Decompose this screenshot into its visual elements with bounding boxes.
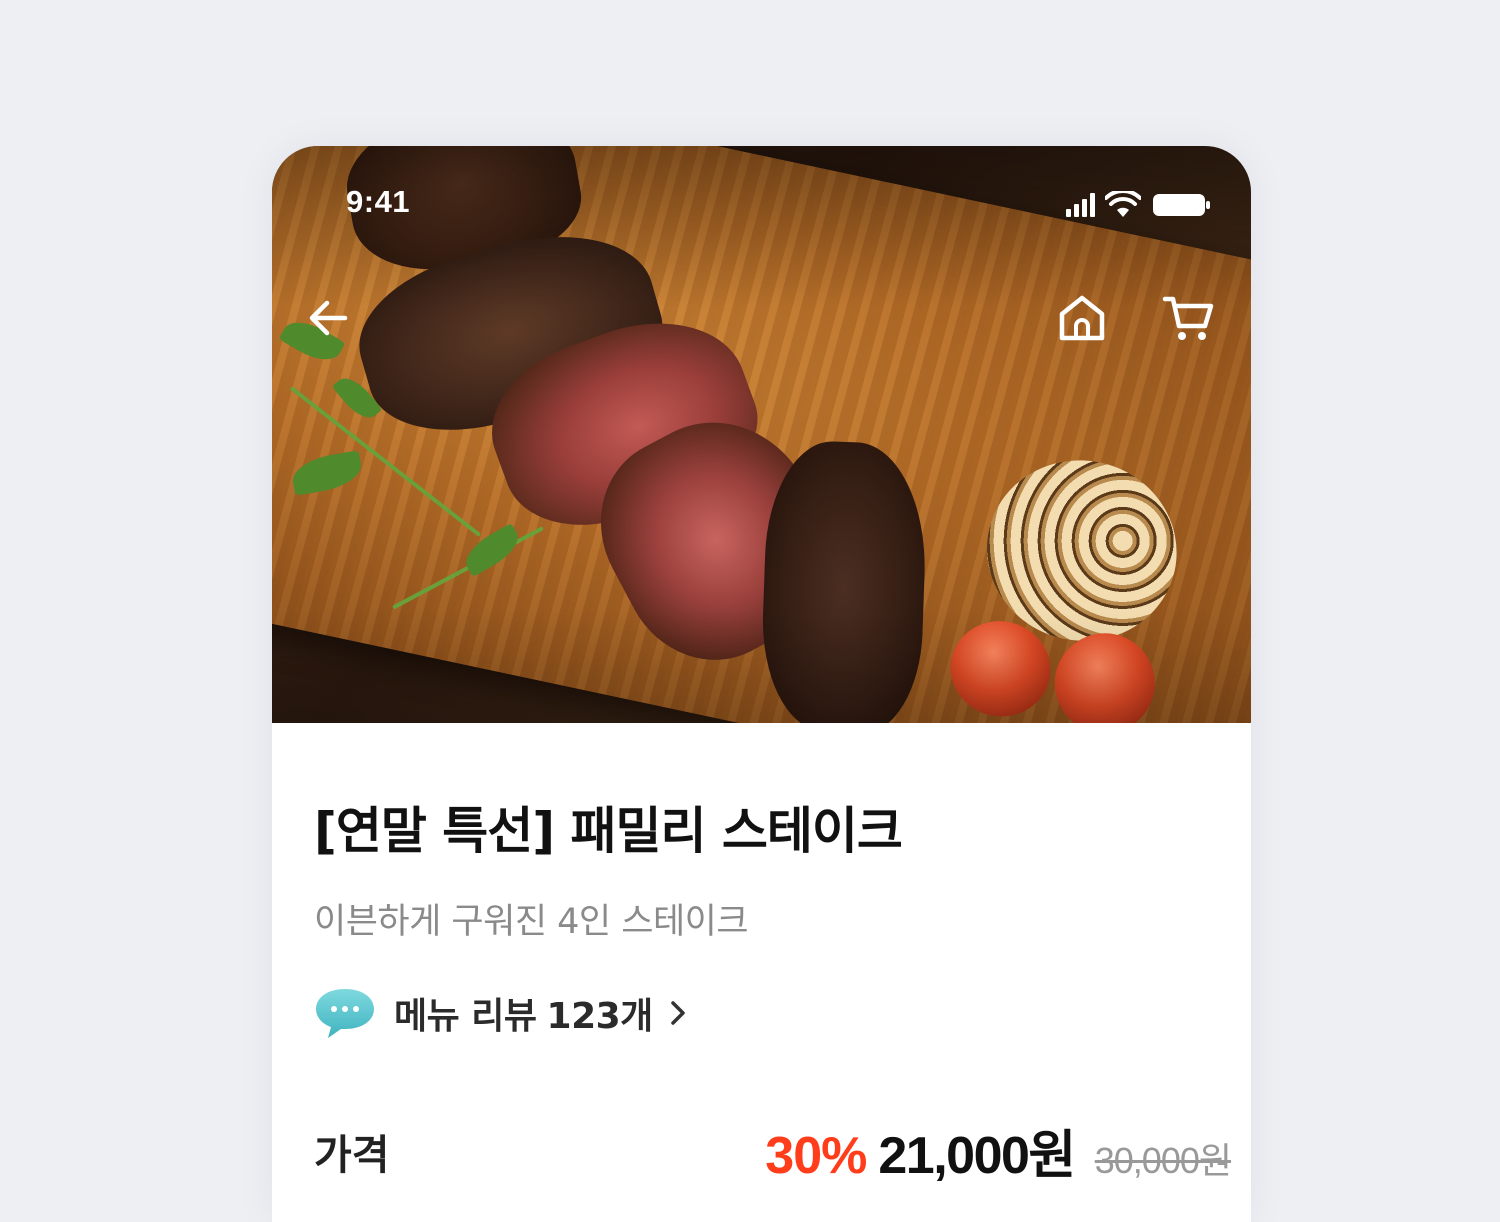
review-count: 123개	[546, 996, 654, 1037]
review-label: 메뉴 리뷰	[394, 996, 537, 1037]
home-button[interactable]	[1054, 290, 1110, 346]
signal-icon	[1066, 193, 1095, 217]
chat-bubble-icon	[316, 989, 374, 1038]
back-button[interactable]	[300, 290, 356, 346]
status-time: 9:41	[346, 184, 411, 219]
chevron-right-icon	[671, 1001, 685, 1025]
price-row: 30% 21,000원 30,000원	[765, 1113, 1232, 1188]
cart-icon	[1162, 296, 1214, 340]
battery-icon	[1153, 194, 1210, 216]
original-price: 30,000원	[1094, 1140, 1232, 1181]
sale-price: 21,000원	[878, 1127, 1076, 1185]
home-icon	[1059, 295, 1105, 341]
discount-rate: 30%	[765, 1127, 867, 1185]
wifi-icon	[1105, 191, 1141, 217]
arrow-left-icon	[309, 300, 348, 336]
product-detail-screen: 9:41 [연말 특선] 패밀리 스테이크 이븐하게 구워진 4인 스테이크 메…	[272, 146, 1251, 1222]
product-title: [연말 특선] 패밀리 스테이크	[314, 802, 903, 860]
status-icons	[1066, 190, 1211, 220]
cart-button[interactable]	[1160, 290, 1216, 346]
price-label: 가격	[314, 1131, 390, 1179]
menu-review-link[interactable]: 메뉴 리뷰 123개	[312, 985, 689, 1041]
product-info: [연말 특선] 패밀리 스테이크 이븐하게 구워진 4인 스테이크 메뉴 리뷰 …	[272, 723, 1251, 1222]
product-hero-image: 9:41	[272, 146, 1251, 723]
product-subtitle: 이븐하게 구워진 4인 스테이크	[314, 902, 749, 942]
